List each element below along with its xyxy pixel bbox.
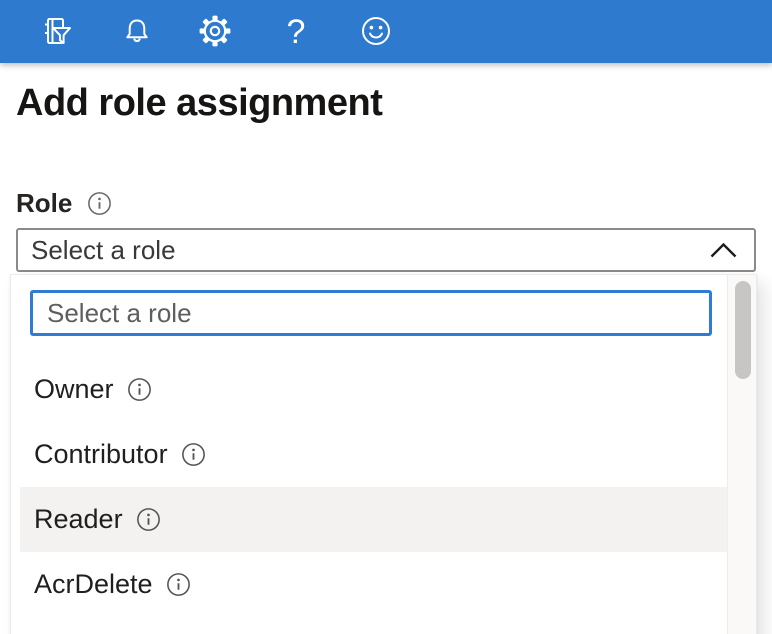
scrollbar-thumb[interactable] bbox=[735, 281, 751, 379]
notifications-bell-icon bbox=[122, 16, 152, 49]
subscription-filter-button[interactable] bbox=[34, 11, 76, 53]
feedback-button[interactable] bbox=[355, 11, 397, 53]
scrollbar-track[interactable] bbox=[727, 275, 756, 634]
page-title: Add role assignment bbox=[16, 82, 382, 125]
role-info-icon[interactable] bbox=[87, 191, 112, 216]
info-icon[interactable] bbox=[166, 572, 191, 597]
top-bar: ? bbox=[0, 0, 772, 63]
role-combobox[interactable]: Select a role bbox=[16, 228, 756, 272]
role-option-label: Owner bbox=[34, 374, 114, 405]
role-option-label: Contributor bbox=[34, 439, 168, 470]
help-question-icon: ? bbox=[287, 15, 306, 49]
notifications-button[interactable] bbox=[116, 11, 158, 53]
feedback-smiley-icon bbox=[360, 15, 392, 50]
role-field-label-row: Role bbox=[16, 188, 112, 219]
role-option-acrdelete[interactable]: AcrDelete bbox=[20, 552, 730, 617]
chevron-up-icon bbox=[710, 243, 737, 258]
help-button[interactable]: ? bbox=[275, 11, 317, 53]
info-icon[interactable] bbox=[127, 377, 152, 402]
role-option-reader[interactable]: Reader bbox=[20, 487, 730, 552]
azure-portal-screen: ? Add role assignment Role bbox=[0, 0, 772, 634]
role-option-label: AcrDelete bbox=[34, 569, 153, 600]
info-icon[interactable] bbox=[181, 442, 206, 467]
role-dropdown-panel: Owner Contributor bbox=[10, 274, 757, 634]
role-options-list: Owner Contributor bbox=[20, 357, 730, 617]
subscription-filter-icon bbox=[38, 14, 72, 51]
role-combobox-value: Select a role bbox=[31, 235, 176, 266]
role-label: Role bbox=[16, 188, 72, 219]
role-option-label: Reader bbox=[34, 504, 123, 535]
settings-gear-icon bbox=[199, 15, 231, 50]
role-option-owner[interactable]: Owner bbox=[20, 357, 730, 422]
role-option-contributor[interactable]: Contributor bbox=[20, 422, 730, 487]
info-icon[interactable] bbox=[136, 507, 161, 532]
settings-button[interactable] bbox=[194, 11, 236, 53]
role-search-input[interactable] bbox=[30, 290, 712, 336]
